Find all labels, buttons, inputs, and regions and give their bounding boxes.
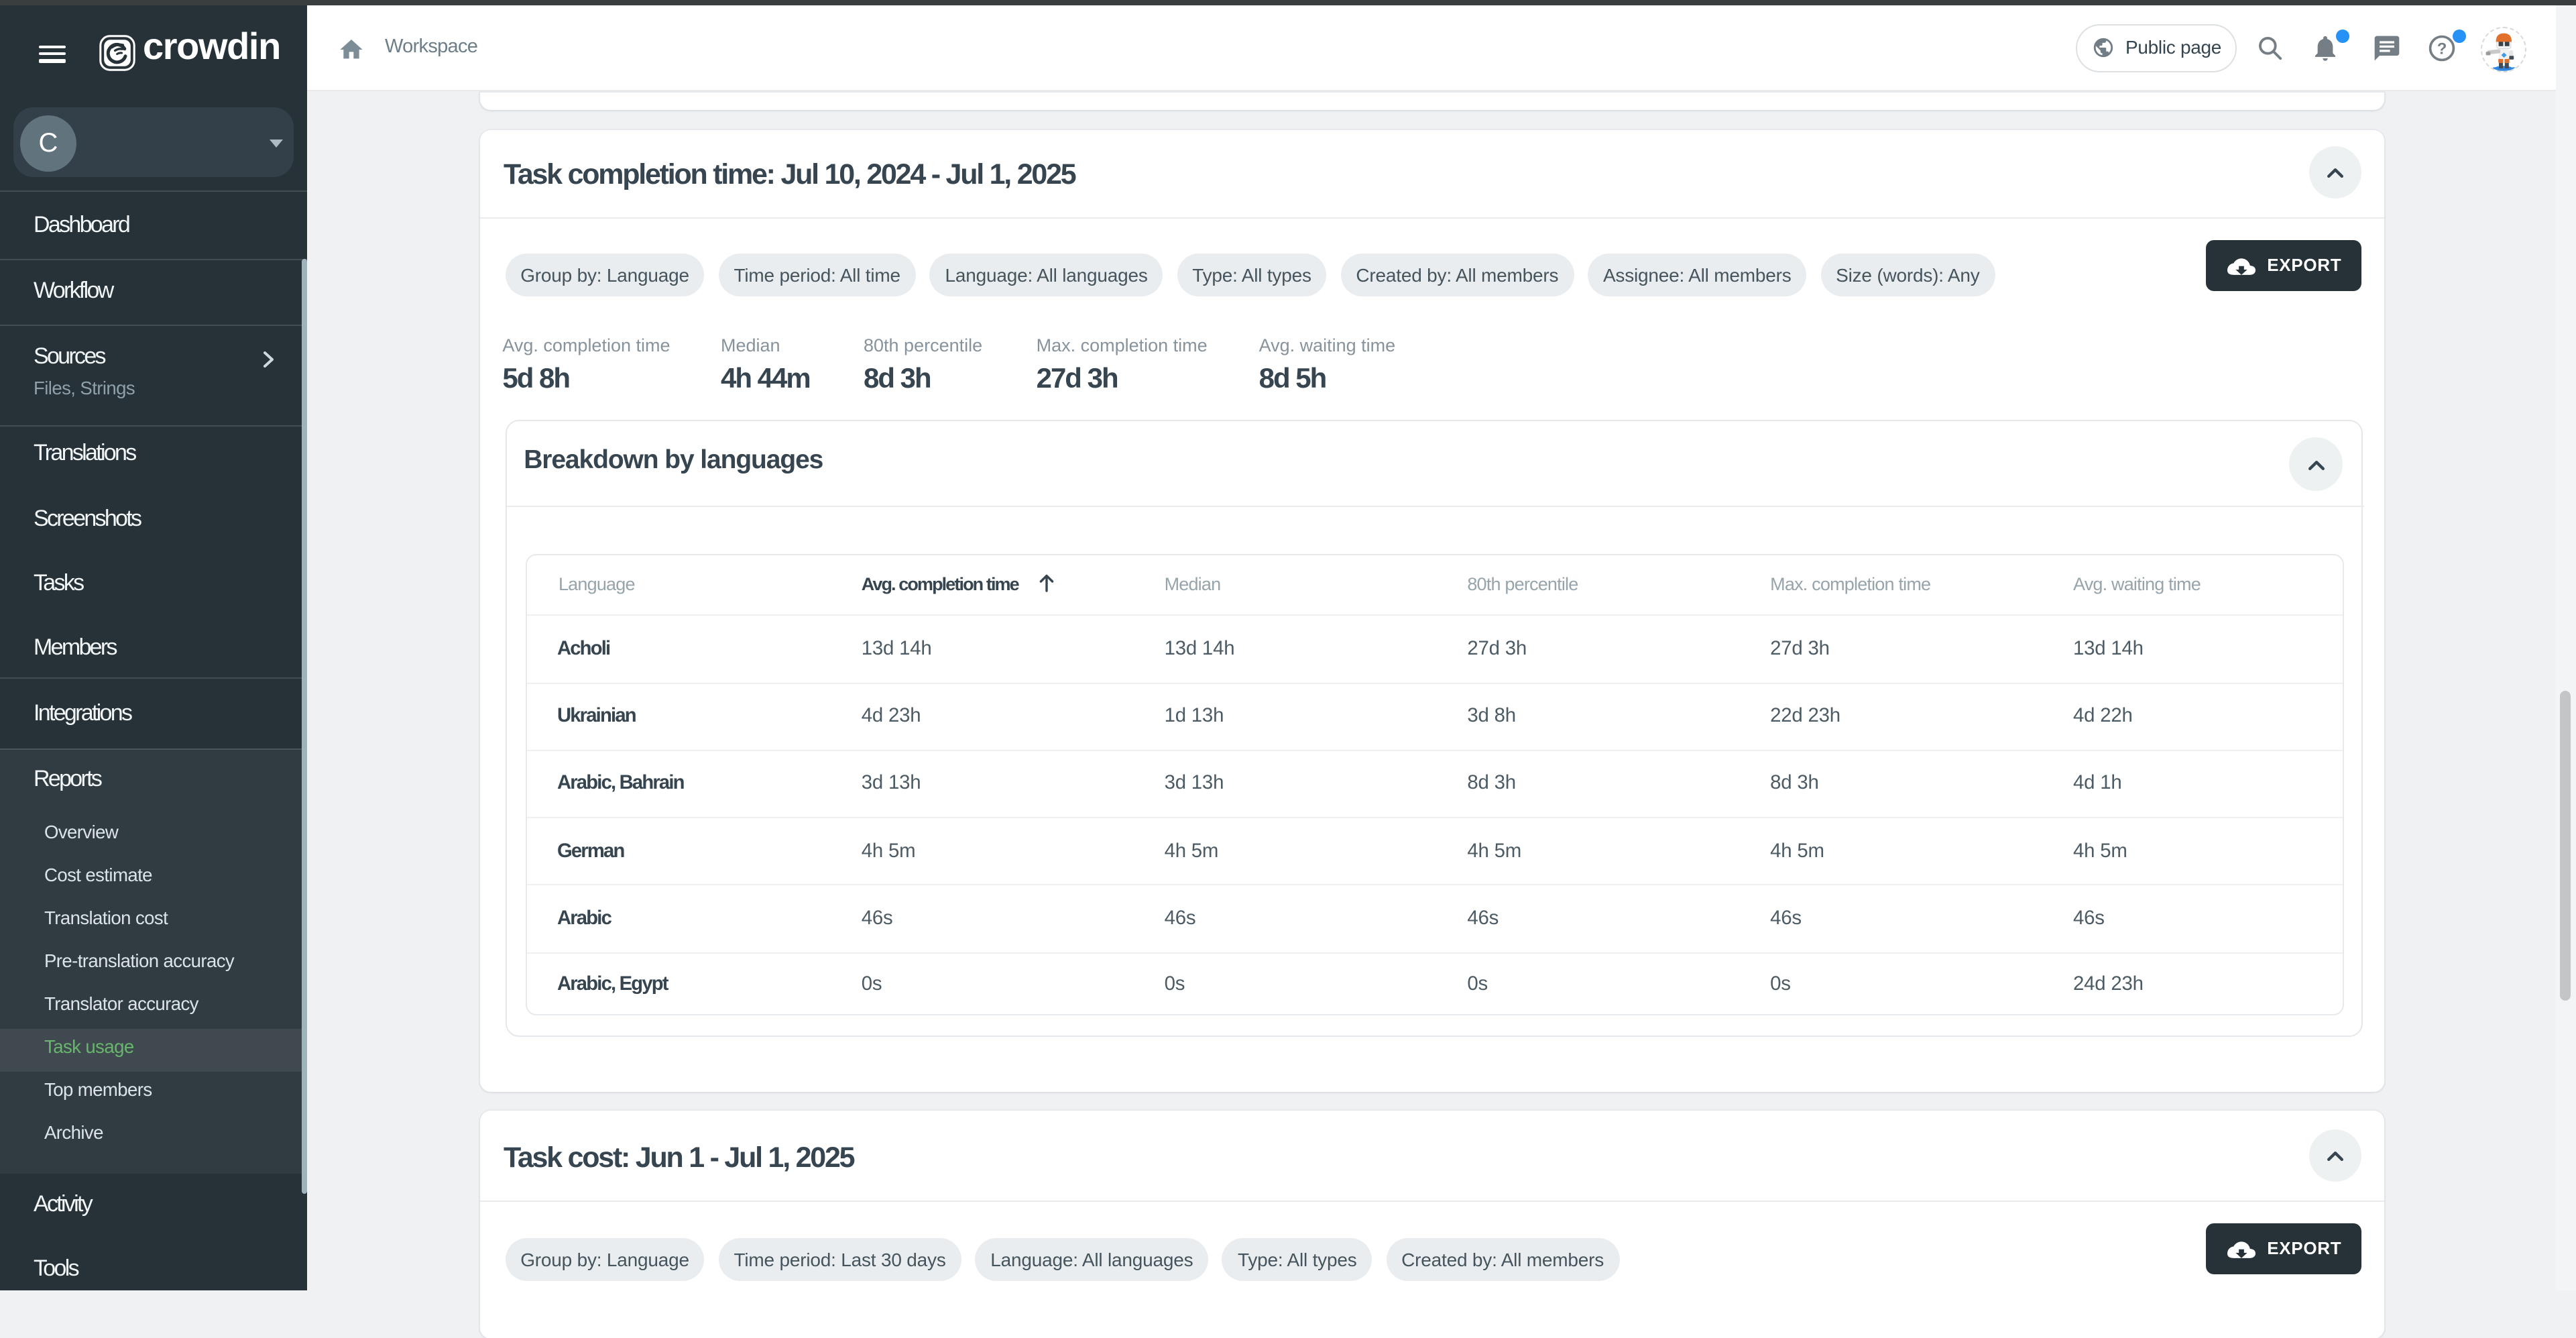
svg-text:?: ?: [2437, 40, 2447, 58]
